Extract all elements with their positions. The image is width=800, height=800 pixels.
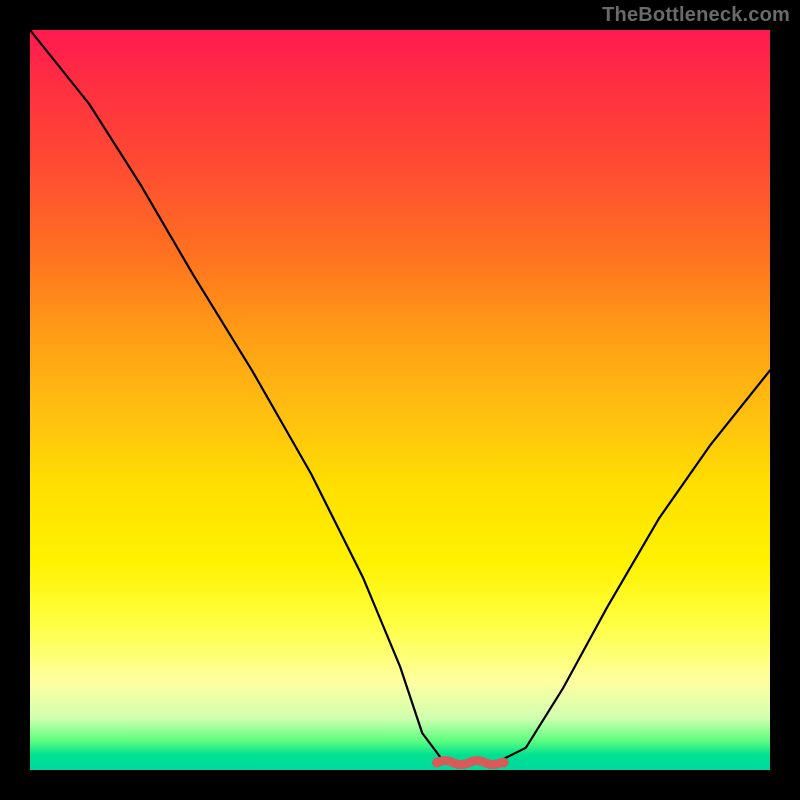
valley-marker [30, 30, 770, 770]
watermark-text: TheBottleneck.com [602, 4, 790, 27]
plot-area [30, 30, 770, 770]
valley-marker-path [437, 761, 501, 765]
valley-marker-dot-left [432, 758, 442, 768]
valley-marker-dot-right [499, 758, 509, 768]
chart-frame: TheBottleneck.com [0, 0, 800, 800]
